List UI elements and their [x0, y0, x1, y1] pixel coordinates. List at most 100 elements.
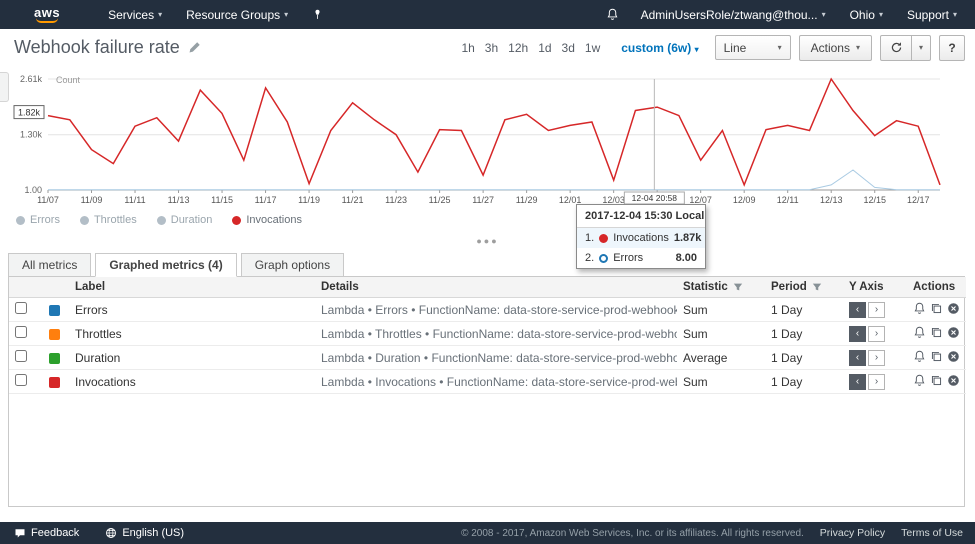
- tab-graphed-metrics[interactable]: Graphed metrics (4): [95, 253, 236, 277]
- edit-title-pencil-icon[interactable]: [188, 41, 201, 54]
- refresh-options-button[interactable]: ▾: [911, 35, 931, 61]
- y-axis-left-button[interactable]: ‹: [849, 374, 866, 390]
- svg-text:12/09: 12/09: [733, 195, 756, 205]
- row-checkbox[interactable]: [15, 350, 27, 362]
- chart-type-select[interactable]: Line▾: [715, 35, 791, 60]
- nav-resource-groups[interactable]: Resource Groups▾: [174, 0, 300, 29]
- nav-support-menu[interactable]: Support▾: [895, 0, 969, 29]
- tooltip-rank: 2.: [585, 252, 594, 264]
- filter-icon[interactable]: [733, 282, 743, 292]
- duplicate-icon[interactable]: [930, 326, 943, 342]
- tab-graph-options[interactable]: Graph options: [241, 253, 344, 277]
- custom-range-link[interactable]: custom (6w) ▾: [621, 41, 698, 55]
- actions-button-label: Actions: [811, 41, 850, 55]
- svg-text:12/13: 12/13: [820, 195, 843, 205]
- y-axis-right-button[interactable]: ›: [868, 302, 885, 318]
- svg-text:11/07: 11/07: [37, 195, 59, 205]
- nav-region-menu[interactable]: Ohio▾: [838, 0, 895, 29]
- y-axis-right-button[interactable]: ›: [868, 374, 885, 390]
- metric-statistic[interactable]: Sum: [677, 298, 765, 322]
- series-color-swatch: [49, 353, 60, 364]
- svg-text:Count: Count: [56, 75, 81, 85]
- metric-label[interactable]: Invocations: [69, 370, 315, 394]
- nav-services-label: Services: [108, 8, 154, 22]
- time-range-1h[interactable]: 1h: [461, 41, 474, 55]
- legend-item-errors[interactable]: Errors: [16, 214, 60, 226]
- tab-all-metrics[interactable]: All metrics: [8, 253, 91, 277]
- svg-text:12/17: 12/17: [907, 195, 930, 205]
- terms-of-use-link[interactable]: Terms of Use: [901, 527, 963, 539]
- label-header: Label: [69, 277, 315, 298]
- metric-statistic[interactable]: Average: [677, 346, 765, 370]
- metric-label[interactable]: Errors: [69, 298, 315, 322]
- metric-label[interactable]: Duration: [69, 346, 315, 370]
- alarm-bell-icon[interactable]: [913, 350, 926, 366]
- chevron-down-icon: ▾: [695, 45, 699, 54]
- metric-period[interactable]: 1 Day: [765, 346, 843, 370]
- legend-label: Invocations: [246, 214, 302, 226]
- svg-text:11/19: 11/19: [298, 195, 320, 205]
- language-selector[interactable]: English (US): [105, 527, 184, 539]
- metrics-chart-area[interactable]: 2.61k1.30k1.00Count11/0711/0911/1111/131…: [0, 66, 975, 211]
- legend-item-duration[interactable]: Duration: [157, 214, 213, 226]
- series-dot-icon: [599, 234, 608, 243]
- sidebar-collapse-handle[interactable]: [0, 72, 9, 102]
- table-row-invocations: Invocations Lambda • Invocations • Funct…: [9, 370, 966, 394]
- pin-icon[interactable]: [300, 9, 335, 20]
- chart-tooltip: 2017-12-04 15:30 Local 1. Invocations 1.…: [576, 204, 706, 269]
- table-row-errors: Errors Lambda • Errors • FunctionName: d…: [9, 298, 966, 322]
- legend-label: Errors: [30, 214, 60, 226]
- alarm-bell-icon[interactable]: [913, 326, 926, 342]
- remove-metric-icon[interactable]: [947, 326, 960, 342]
- feedback-button[interactable]: Feedback: [14, 527, 79, 539]
- svg-text:11/15: 11/15: [211, 195, 233, 205]
- time-range-1d[interactable]: 1d: [538, 41, 551, 55]
- top-navigation-bar: aws Services▾ Resource Groups▾ AdminUser…: [0, 0, 975, 29]
- chart-resize-grip[interactable]: ●●●: [0, 236, 975, 246]
- nav-services[interactable]: Services▾: [96, 0, 174, 29]
- privacy-policy-link[interactable]: Privacy Policy: [820, 527, 885, 539]
- y-axis-left-button[interactable]: ‹: [849, 302, 866, 318]
- row-checkbox[interactable]: [15, 302, 27, 314]
- y-axis-right-button[interactable]: ›: [868, 326, 885, 342]
- metric-period[interactable]: 1 Day: [765, 370, 843, 394]
- y-axis-right-button[interactable]: ›: [868, 350, 885, 366]
- time-range-3h[interactable]: 3h: [485, 41, 498, 55]
- actions-button[interactable]: Actions▾: [799, 35, 872, 61]
- remove-metric-icon[interactable]: [947, 350, 960, 366]
- svg-text:12/15: 12/15: [863, 195, 886, 205]
- aws-logo[interactable]: aws: [34, 7, 60, 23]
- tooltip-rank: 1.: [585, 232, 594, 244]
- row-checkbox[interactable]: [15, 326, 27, 338]
- duplicate-icon[interactable]: [930, 302, 943, 318]
- statistic-header-label: Statistic: [683, 281, 728, 293]
- remove-metric-icon[interactable]: [947, 302, 960, 318]
- metrics-line-chart[interactable]: 2.61k1.30k1.00Count11/0711/0911/1111/131…: [0, 66, 975, 211]
- time-range-3d[interactable]: 3d: [562, 41, 575, 55]
- metric-period[interactable]: 1 Day: [765, 322, 843, 346]
- time-range-12h[interactable]: 12h: [508, 41, 528, 55]
- duplicate-icon[interactable]: [930, 374, 943, 390]
- alarm-bell-icon[interactable]: [913, 302, 926, 318]
- legend-label: Duration: [171, 214, 213, 226]
- metric-period[interactable]: 1 Day: [765, 298, 843, 322]
- legend-item-invocations[interactable]: Invocations: [232, 214, 302, 226]
- filter-icon[interactable]: [812, 282, 822, 292]
- help-button[interactable]: ?: [939, 35, 965, 61]
- metric-statistic[interactable]: Sum: [677, 370, 765, 394]
- duplicate-icon[interactable]: [930, 350, 943, 366]
- metric-statistic[interactable]: Sum: [677, 322, 765, 346]
- remove-metric-icon[interactable]: [947, 374, 960, 390]
- row-checkbox[interactable]: [15, 374, 27, 386]
- y-axis-left-button[interactable]: ‹: [849, 326, 866, 342]
- alarm-bell-icon[interactable]: [913, 374, 926, 390]
- refresh-button[interactable]: [880, 35, 912, 61]
- feedback-label: Feedback: [31, 527, 79, 539]
- metric-label[interactable]: Throttles: [69, 322, 315, 346]
- nav-account-menu[interactable]: AdminUsersRole/ztwang@thou...▾: [629, 0, 838, 29]
- legend-label: Throttles: [94, 214, 137, 226]
- time-range-1w[interactable]: 1w: [585, 41, 600, 55]
- y-axis-left-button[interactable]: ‹: [849, 350, 866, 366]
- legend-item-throttles[interactable]: Throttles: [80, 214, 137, 226]
- notifications-bell-icon[interactable]: [596, 8, 629, 21]
